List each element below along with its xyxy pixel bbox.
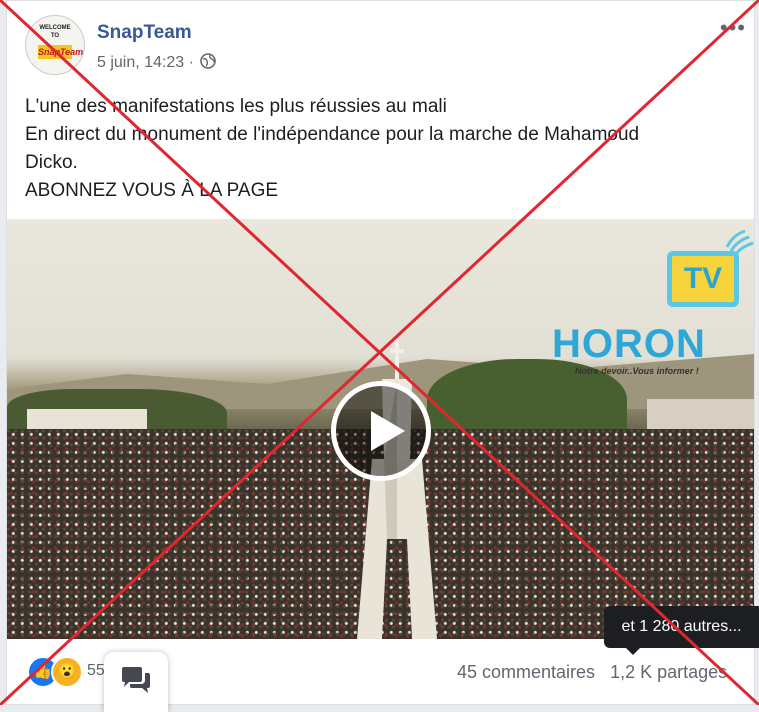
horon-tv-logo: TV [667,251,739,307]
post-text-line: En direct du monument de l'indépendance … [25,124,640,145]
horon-slogan: Notre devoir..Vous informer ! [575,366,699,376]
post-text-line: L'une des manifestations les plus réussi… [25,96,447,117]
reactions-tooltip: et 1 280 autres... [604,606,759,655]
engagement-stats: 45 commentaires 1,2 K partages [457,662,737,683]
post-meta: 5 juin, 14:23 · [97,53,217,74]
page-name-link[interactable]: SnapTeam [97,22,192,44]
page-avatar[interactable]: WELCOME TO SnapTeam [25,15,85,75]
avatar-text-welcome: WELCOME [39,25,71,31]
signal-waves-icon [725,229,754,256]
chat-icon [122,667,150,693]
play-icon [371,411,405,451]
post-timestamp[interactable]: 5 juin, 14:23 [97,54,184,71]
post-text-line: ABONNEZ VOUS À LA PAGE [25,180,279,201]
comments-link[interactable]: 45 commentaires [457,662,595,682]
video-player[interactable]: TV HORON Notre devoir..Vous informer ! [7,219,754,639]
avatar-text-to: TO [50,33,60,39]
shares-link[interactable]: 1,2 K partages [610,662,727,682]
more-options-button[interactable]: ••• [720,15,746,41]
horon-channel-name: HORON [552,322,706,366]
play-button[interactable] [331,381,431,481]
post-text: L'une des manifestations les plus réussi… [25,93,745,205]
wow-icon: 😮 [51,656,83,688]
meta-separator: · [188,54,194,71]
reaction-count[interactable]: 55 [87,662,105,680]
chat-button[interactable] [104,652,168,712]
globe-icon [200,53,217,74]
avatar-brand: SnapTeam [38,45,84,59]
post-card: WELCOME TO SnapTeam SnapTeam 5 juin, 14:… [6,0,755,705]
post-text-line: Dicko. [25,152,78,173]
